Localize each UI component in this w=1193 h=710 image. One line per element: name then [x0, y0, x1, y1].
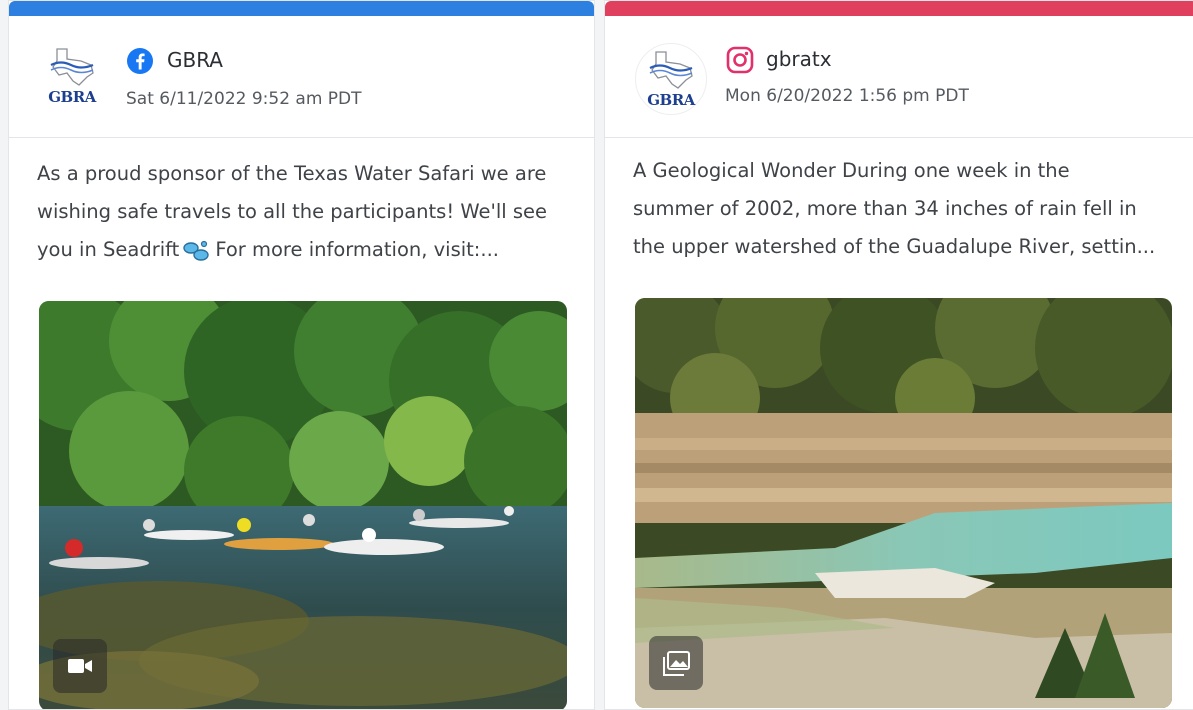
- video-camera-icon: [68, 659, 92, 673]
- post-text-line: summer of 2002, more than 34 inches of r…: [633, 197, 1137, 220]
- post-text-segment: you in Seadrift: [37, 238, 180, 261]
- post-media-video[interactable]: [39, 301, 567, 709]
- facebook-icon: [127, 48, 153, 74]
- river-landscape-photo: [635, 298, 1172, 708]
- canoe-splash-emoji: [183, 240, 210, 261]
- post-card-facebook[interactable]: GBRA GBRA Sat 6/11/2022 9:52 am PDT As a…: [8, 0, 595, 710]
- account-avatar[interactable]: GBRA: [635, 43, 707, 115]
- account-name[interactable]: gbratx: [766, 47, 832, 71]
- network-color-bar: [605, 1, 1193, 16]
- post-text-line: you in Seadrift For more information, vi…: [37, 231, 547, 269]
- texas-map-logo-icon: [649, 51, 693, 89]
- post-text-line: wishing safe travels to all the particip…: [37, 200, 548, 223]
- post-text-line: A Geological Wonder During one week in t…: [633, 159, 1070, 182]
- post-header: GBRA gbratx Mon 6/20/2022 1:56 pm PDT: [605, 16, 1193, 138]
- logo-text: GBRA: [48, 88, 96, 106]
- media-type-badge: [53, 639, 107, 693]
- instagram-icon: [726, 46, 754, 74]
- post-text: A Geological Wonder During one week in t…: [633, 152, 1155, 266]
- post-timestamp: Sat 6/11/2022 9:52 am PDT: [126, 89, 362, 109]
- post-header: GBRA GBRA Sat 6/11/2022 9:52 am PDT: [9, 16, 594, 138]
- texas-map-logo-icon: [50, 48, 94, 86]
- account-avatar[interactable]: GBRA: [37, 41, 107, 111]
- post-text-line: As a proud sponsor of the Texas Water Sa…: [37, 162, 547, 185]
- post-timestamp: Mon 6/20/2022 1:56 pm PDT: [725, 86, 969, 106]
- post-text-segment: For more information, visit:...: [215, 238, 499, 261]
- image-gallery-icon: [663, 651, 690, 676]
- post-media-image[interactable]: [635, 298, 1172, 708]
- kayak-race-photo: [39, 301, 567, 709]
- network-color-bar: [9, 1, 594, 16]
- post-text: As a proud sponsor of the Texas Water Sa…: [37, 155, 547, 269]
- logo-text: GBRA: [647, 91, 695, 109]
- media-type-badge: [649, 636, 703, 690]
- account-name[interactable]: GBRA: [167, 48, 223, 72]
- post-card-instagram[interactable]: GBRA gbratx Mon 6/20/2022 1:56 pm PDT A …: [604, 0, 1193, 710]
- post-text-line: the upper watershed of the Guadalupe Riv…: [633, 235, 1156, 258]
